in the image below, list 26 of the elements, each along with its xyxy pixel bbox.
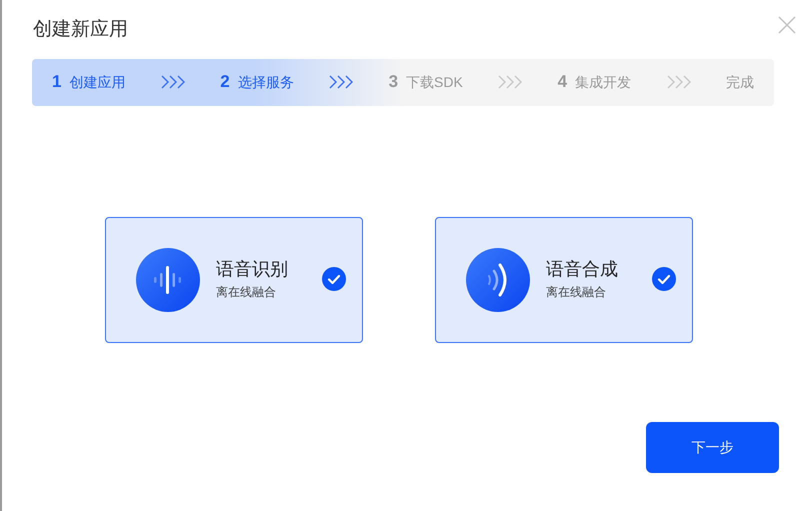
step-number: 1	[52, 71, 62, 94]
service-icon	[136, 248, 200, 312]
service-card[interactable]: 语音合成 离在线融合	[435, 216, 693, 342]
service-name: 语音合成	[546, 258, 619, 281]
check-icon	[652, 266, 676, 290]
chevrons-icon	[160, 75, 186, 89]
step-number: 3	[388, 71, 398, 94]
dialog-title: 创建新应用	[33, 18, 128, 42]
check-icon	[322, 266, 346, 290]
step-label: 集成开发	[575, 72, 632, 92]
step-number: 2	[220, 71, 230, 94]
service-icon	[466, 248, 530, 312]
step-label: 创建应用	[69, 72, 126, 92]
service-subtitle: 离在线融合	[546, 284, 607, 301]
service-name: 语音识别	[216, 258, 289, 281]
step-label: 选择服务	[238, 72, 294, 92]
chevrons-icon	[328, 75, 354, 89]
step-number: 4	[558, 71, 568, 94]
close-icon[interactable]	[778, 16, 796, 34]
step-label: 完成	[726, 72, 754, 92]
step-label: 下载SDK	[406, 72, 463, 92]
chevrons-icon	[666, 75, 692, 89]
chevrons-icon	[497, 75, 524, 89]
service-card[interactable]: 语音识别 离在线融合	[105, 216, 363, 342]
service-subtitle: 离在线融合	[216, 284, 277, 301]
next-button[interactable]: 下一步	[646, 422, 779, 472]
